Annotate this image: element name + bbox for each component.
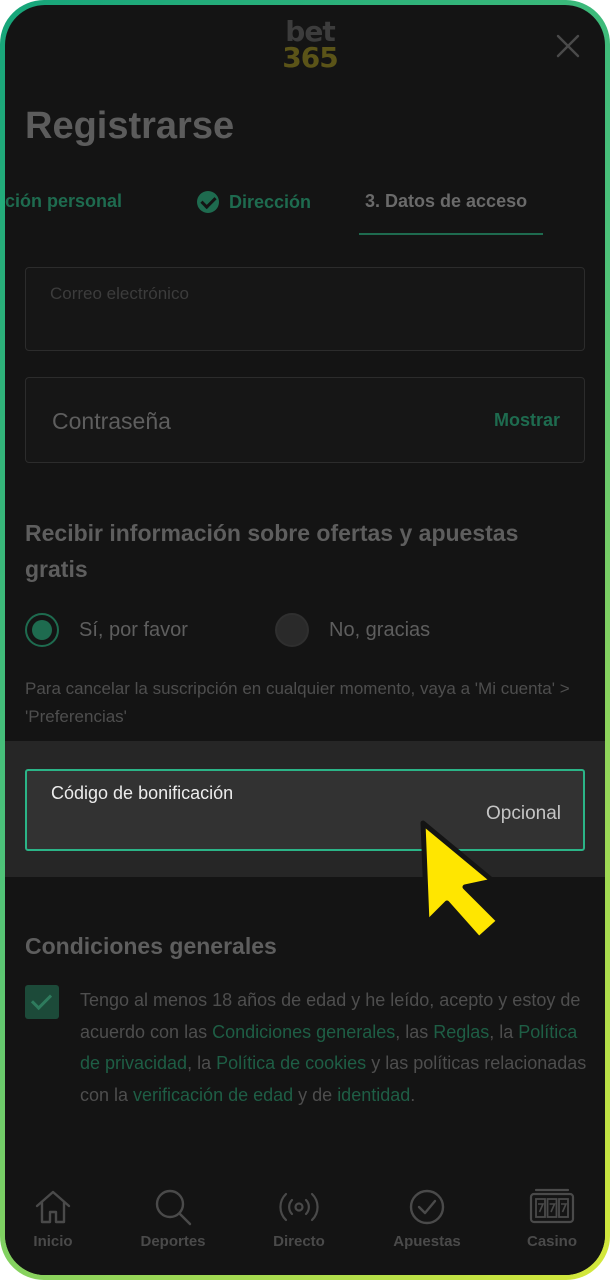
terms-checkbox[interactable]: [25, 985, 59, 1019]
registration-steps: ación personal Dirección 3. Datos de acc…: [5, 191, 605, 239]
nav-live-label: Directo: [273, 1233, 325, 1250]
device-frame: bet 365 Registrarse ación personal Direc…: [0, 0, 610, 1280]
nav-bets[interactable]: Apuestas: [377, 1187, 477, 1250]
terms-text: Tengo al menos 18 años de edad y he leíd…: [80, 985, 590, 1111]
radio-selected-icon: [25, 613, 59, 647]
logo-365: 365: [282, 41, 338, 74]
nav-home-label: Inicio: [33, 1233, 73, 1250]
active-step-underline: [359, 233, 543, 235]
unsubscribe-note: Para cancelar la suscripción en cualquie…: [25, 679, 570, 726]
terms-text-4: , la: [187, 1053, 217, 1073]
nav-home[interactable]: Inicio: [5, 1187, 103, 1250]
radio-yes[interactable]: Sí, por favor: [25, 613, 188, 647]
link-cookie-policy[interactable]: Política de cookies: [216, 1053, 366, 1073]
check-circle-icon: [197, 191, 219, 213]
step-address-label: Dirección: [229, 191, 312, 212]
link-rules[interactable]: Reglas: [433, 1022, 489, 1042]
screen: bet 365 Registrarse ación personal Direc…: [5, 5, 605, 1275]
page-title: Registrarse: [25, 105, 235, 147]
radio-no[interactable]: No, gracias: [275, 613, 430, 647]
live-broadcast-icon: [279, 1192, 319, 1222]
password-placeholder: Contraseña: [52, 408, 171, 434]
password-field[interactable]: Contraseña Mostrar: [25, 377, 585, 463]
step-address[interactable]: Dirección: [197, 191, 311, 213]
conditions-heading: Condiciones generales: [25, 933, 277, 959]
nav-live[interactable]: Directo: [249, 1187, 349, 1250]
link-identity[interactable]: identidad: [337, 1085, 410, 1105]
radio-yes-label: Sí, por favor: [79, 618, 188, 641]
search-icon: [155, 1189, 192, 1226]
bottom-nav: Inicio Deportes Directo Apuestas Casino: [5, 1187, 605, 1275]
offers-heading: Recibir información sobre ofertas y apue…: [25, 520, 519, 582]
link-age-verification[interactable]: verificación de edad: [133, 1085, 293, 1105]
nav-casino-label: Casino: [526, 1233, 577, 1250]
nav-bets-label: Apuestas: [393, 1233, 461, 1250]
terms-text-6: y de: [293, 1084, 338, 1105]
email-field[interactable]: Correo electrónico: [25, 267, 585, 351]
nav-casino[interactable]: Casino: [502, 1187, 602, 1250]
slot-machine-icon: [529, 1188, 575, 1224]
home-icon: [35, 1190, 71, 1224]
step-personal-info[interactable]: ación personal: [5, 191, 122, 212]
radio-unselected-icon: [275, 613, 309, 647]
show-password-button[interactable]: Mostrar: [494, 410, 560, 431]
email-placeholder: Correo electrónico: [50, 284, 189, 303]
check-circle-icon: [409, 1189, 445, 1225]
terms-text-3: , la: [489, 1021, 519, 1042]
step-access-data[interactable]: 3. Datos de acceso: [365, 191, 527, 212]
nav-sports-label: Deportes: [140, 1233, 206, 1250]
bet365-logo: bet 365: [275, 18, 345, 74]
terms-text-7: .: [410, 1084, 416, 1105]
nav-sports[interactable]: Deportes: [123, 1187, 223, 1250]
bonus-code-label: Código de bonificación: [51, 783, 234, 803]
link-general-conditions[interactable]: Condiciones generales: [212, 1022, 395, 1042]
radio-no-label: No, gracias: [329, 618, 431, 641]
terms-text-2: , las: [395, 1021, 434, 1042]
close-icon[interactable]: [555, 33, 581, 59]
pointer-arrow-icon: [420, 820, 502, 942]
